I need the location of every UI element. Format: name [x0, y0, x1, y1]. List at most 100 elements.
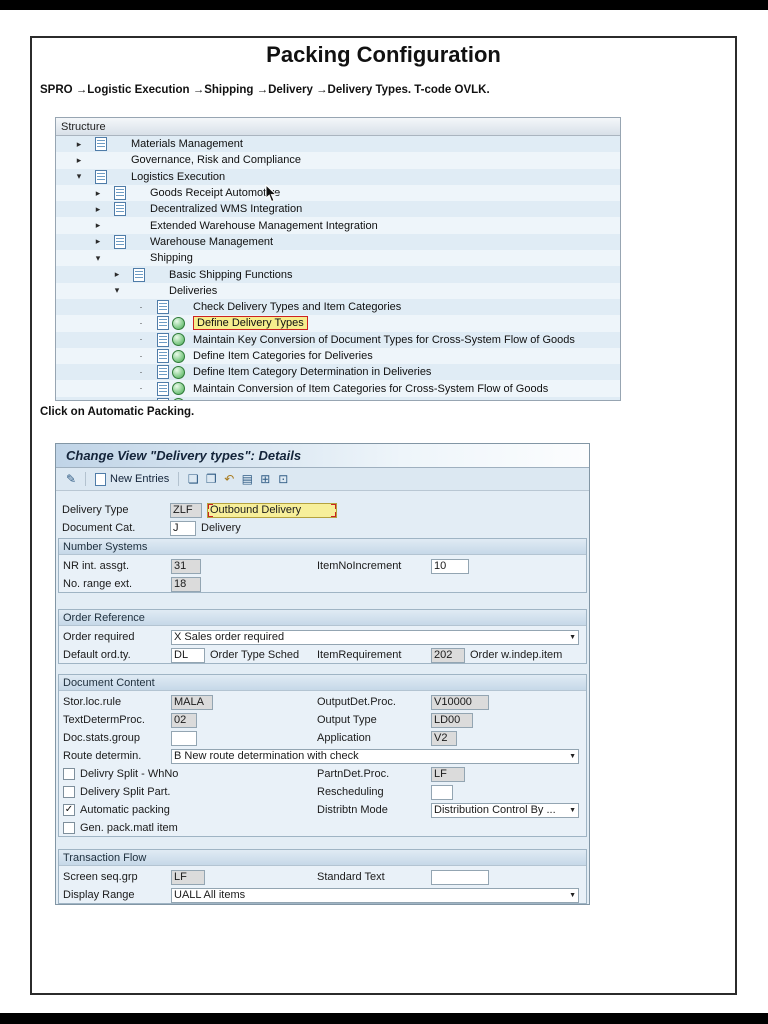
selection-corner — [207, 512, 213, 518]
nr-int-assgt-field[interactable]: 31 — [171, 559, 201, 574]
tree-item[interactable]: ▾Deliveries — [56, 283, 620, 299]
field-controls-left: B New route determination with check▼ — [171, 749, 579, 764]
chevron-down-icon: ▼ — [566, 634, 576, 641]
doc-stats-group-field[interactable] — [171, 731, 197, 746]
field-label: ItemRequirement — [317, 649, 429, 661]
copy-icon[interactable]: ❏ — [184, 471, 202, 488]
route-determination-select[interactable]: B New route determination with check▼ — [171, 749, 579, 764]
bullet-icon: · — [135, 352, 147, 361]
collapse-arrow-icon[interactable]: ▾ — [92, 254, 104, 263]
field-controls-right: 202 Order w.indep.item — [431, 648, 562, 663]
field-label: OutputDet.Proc. — [317, 696, 429, 708]
expand-arrow-icon[interactable]: ▸ — [111, 270, 123, 279]
tree-item-label: Define Item Categories for Deliveries — [193, 350, 373, 362]
tree-item[interactable]: ·Define Delivery Types — [56, 315, 620, 331]
delete-entry-icon[interactable]: ▤ — [238, 471, 256, 488]
tree-item-icons — [104, 202, 150, 216]
order-w-indep-item-text: Order w.indep.item — [470, 649, 562, 661]
delivery-split-part-checkbox[interactable]: Delivery Split Part. — [63, 786, 170, 798]
rescheduling-field[interactable] — [431, 785, 453, 800]
tree-item[interactable]: ·Maintain Conversion of Item Categories … — [56, 380, 620, 396]
stor-loc-rule-field[interactable]: MALA — [171, 695, 213, 710]
standard-text-field[interactable] — [431, 870, 489, 885]
expand-arrow-icon[interactable]: ▸ — [73, 156, 85, 165]
bullet-icon: · — [135, 384, 147, 393]
delivery-type-description-field[interactable]: Outbound Delivery — [207, 503, 337, 518]
checkbox-label: Gen. pack.matl item — [80, 822, 178, 834]
groupbox-transaction-flow: Transaction FlowScreen seq.grpLFStandard… — [58, 849, 587, 904]
field-label: Default ord.ty. — [63, 649, 171, 661]
tree-item[interactable]: ▸Goods Receipt Automotive — [56, 185, 620, 201]
tree-item[interactable]: ▸Materials Management — [56, 136, 620, 152]
tree-item[interactable]: ▸Governance, Risk and Compliance — [56, 152, 620, 168]
expand-arrow-icon[interactable]: ▸ — [92, 189, 104, 198]
display-change-icon[interactable]: ✎ — [62, 471, 80, 488]
no-range-ext-field[interactable]: 18 — [171, 577, 201, 592]
gen-pack-matl-item-checkbox[interactable]: Gen. pack.matl item — [63, 822, 178, 834]
application-field[interactable]: V2 — [431, 731, 457, 746]
dropdown-value: X Sales order required — [174, 631, 284, 643]
img-activity-doc-icon — [95, 137, 107, 151]
item-no-increment-field[interactable]: 10 — [431, 559, 469, 574]
document-category-field[interactable]: J — [170, 521, 196, 536]
tree-item[interactable]: ▸Basic Shipping Functions — [56, 266, 620, 282]
checkbox-box[interactable]: ✓ — [63, 804, 75, 816]
tree-item[interactable]: ▸Warehouse Management — [56, 234, 620, 250]
sap-window-title: Change View "Delivery types": Details — [56, 444, 589, 468]
field-controls-right — [431, 870, 489, 885]
copy-entries-icon[interactable]: ❐ — [202, 471, 220, 488]
tree-item[interactable]: ▾Logistics Execution — [56, 169, 620, 185]
expand-arrow-icon[interactable]: ▸ — [92, 221, 104, 230]
checkbox-box[interactable] — [63, 786, 75, 798]
field-controls-left: UALL All items▼ — [171, 888, 579, 903]
selection-corner — [331, 512, 337, 518]
checkbox-box[interactable] — [63, 822, 75, 834]
tree-item[interactable]: ▾Shipping — [56, 250, 620, 266]
screen-seq-grp-field[interactable]: LF — [171, 870, 205, 885]
expand-arrow-icon[interactable]: ▸ — [92, 205, 104, 214]
img-activity-doc-icon — [114, 186, 126, 200]
tree-item[interactable]: ▸Extended Warehouse Management Integrati… — [56, 217, 620, 233]
distribution-mode-select[interactable]: Distribution Control By ...▼ — [431, 803, 579, 818]
form-row: Gen. pack.matl item — [59, 819, 586, 837]
document-category-text: Delivery — [201, 522, 241, 534]
output-type-field[interactable]: LD00 — [431, 713, 473, 728]
field-label: PartnDet.Proc. — [317, 768, 429, 780]
order-required-select[interactable]: X Sales order required ▼ — [171, 630, 579, 645]
tree-item[interactable]: ·Define Item Category Determination in D… — [56, 364, 620, 380]
checkbox-box[interactable] — [63, 768, 75, 780]
select-block-icon[interactable]: ⊞ — [256, 471, 274, 488]
expand-arrow-icon[interactable]: ▸ — [92, 237, 104, 246]
delivery-type-field[interactable]: ZLF — [170, 503, 202, 518]
field-controls-left: 02 — [171, 713, 197, 728]
tree-item[interactable]: · Define Item Categories for Deliveries — [56, 348, 620, 364]
form-row: Delivery TypeZLFOutbound Delivery — [58, 501, 587, 519]
tree-item[interactable]: · — [56, 397, 620, 400]
item-requirement-field[interactable]: 202 — [431, 648, 465, 663]
tree-item-icons — [147, 365, 193, 379]
collapse-arrow-icon[interactable]: ▾ — [111, 286, 123, 295]
display-range-select[interactable]: UALL All items▼ — [171, 888, 579, 903]
new-entries-button[interactable]: New Entries — [91, 473, 173, 486]
automatic-packing-checkbox[interactable]: ✓Automatic packing — [63, 804, 170, 816]
text-determ-proc-field[interactable]: 02 — [171, 713, 197, 728]
default-order-type-field[interactable]: DL — [171, 648, 205, 663]
output-det-proc-field[interactable]: V10000 — [431, 695, 489, 710]
toolbar-separator — [85, 472, 86, 486]
form-row: Screen seq.grpLFStandard Text — [59, 868, 586, 886]
undo-icon[interactable]: ↶ — [220, 471, 238, 488]
img-activity-doc-icon — [157, 365, 169, 379]
partn-det-proc-field[interactable]: LF — [431, 767, 465, 782]
tree-item-icons — [85, 170, 131, 184]
more-icon[interactable]: ⊡ — [274, 471, 292, 488]
tree-item[interactable]: ·Maintain Key Conversion of Document Typ… — [56, 332, 620, 348]
tree-item[interactable]: ▸Decentralized WMS Integration — [56, 201, 620, 217]
new-entries-icon — [95, 473, 106, 486]
delivery-split-whno-checkbox[interactable]: Delivry Split - WhNo — [63, 768, 178, 780]
collapse-arrow-icon[interactable]: ▾ — [73, 172, 85, 181]
field-label: Standard Text — [317, 871, 429, 883]
selection-corner — [207, 503, 213, 509]
tree-item[interactable]: ·Check Delivery Types and Item Categorie… — [56, 299, 620, 315]
img-activity-doc-icon — [157, 316, 169, 330]
expand-arrow-icon[interactable]: ▸ — [73, 140, 85, 149]
